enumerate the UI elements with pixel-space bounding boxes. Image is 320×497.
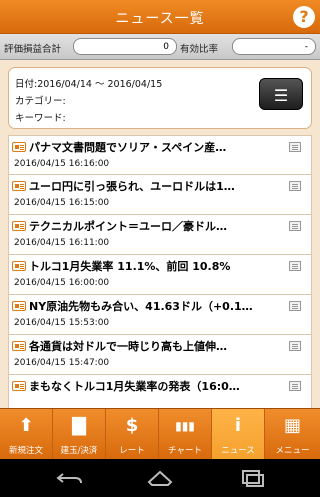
page-title: ニュース一覧 (115, 11, 205, 27)
grid-menu-icon: ▦ (283, 415, 301, 436)
upload-arrow-icon: ⬆ (18, 415, 34, 436)
document-icon (289, 221, 301, 231)
news-title: トルコ1月失業率 11.1%、前回 10.8% (29, 260, 231, 273)
news-item[interactable]: パナマ文書問題でソリア・スペイン産… 2016/04/15 16:16:00 (8, 135, 312, 175)
news-title: まもなくトルコ1月失業率の発表（16:0… (29, 380, 240, 393)
account-summary-bar: 評価損益合計 0 有効比率 - (0, 34, 320, 60)
news-item[interactable]: ユーロ円に引っ張られ、ユーロドルは1… 2016/04/15 16:15:00 (8, 175, 312, 215)
margin-ratio-value: - (232, 38, 316, 55)
news-badge-icon (12, 301, 26, 311)
news-title: NY原油先物もみ合い、41.63ドル（+0.1… (29, 300, 253, 313)
tab-label: 新規注文 (8, 446, 43, 456)
recent-apps-icon[interactable] (237, 468, 267, 488)
news-title: 各通貨は対ドルで一時じり高も上値伸… (29, 340, 227, 353)
news-item[interactable]: NY原油先物もみ合い、41.63ドル（+0.1… 2016/04/15 15:5… (8, 295, 312, 335)
bottom-tab-bar: ⬆ 新規注文 ▇ 建玉/決済 $ レート ▮▮▮ チャート i ニュース ▦ メ… (0, 408, 320, 460)
tab-label: ニュース (221, 446, 255, 456)
document-icon (289, 181, 301, 191)
news-badge-icon (12, 142, 26, 152)
search-menu-button[interactable]: ☰ (259, 78, 303, 110)
tab-chart[interactable]: ▮▮▮ チャート (159, 409, 212, 460)
news-item[interactable]: 各通貨は対ドルで一時じり高も上値伸… 2016/04/15 15:47:00 (8, 335, 312, 375)
folder-icon: ▇ (72, 415, 86, 436)
tab-rates[interactable]: $ レート (106, 409, 159, 460)
news-date: 2016/04/15 15:47:00 (14, 358, 110, 368)
document-icon (289, 381, 301, 391)
news-item[interactable]: トルコ1月失業率 11.1%、前回 10.8% 2016/04/15 16:00… (8, 255, 312, 295)
tab-label: メニュー (275, 446, 310, 456)
margin-ratio-label: 有効比率 (180, 44, 219, 55)
tab-new-order[interactable]: ⬆ 新規注文 (0, 409, 53, 460)
date-label: 日付: (15, 79, 38, 90)
news-badge-icon (12, 381, 26, 391)
news-badge-icon (12, 221, 26, 231)
category-label: カテゴリー: (15, 96, 66, 107)
tab-label: 建玉/決済 (60, 446, 98, 456)
back-icon[interactable] (55, 468, 85, 488)
pl-total-label: 評価損益合計 (4, 44, 62, 55)
dollar-icon: $ (125, 415, 139, 436)
news-date: 2016/04/15 16:16:00 (14, 159, 110, 169)
news-badge-icon (12, 341, 26, 351)
home-icon[interactable] (145, 468, 175, 488)
info-icon: i (234, 415, 242, 436)
hamburger-icon: ☰ (273, 86, 289, 105)
news-date: 2016/04/15 15:53:00 (14, 318, 110, 328)
tab-label: チャート (168, 446, 202, 456)
tab-news[interactable]: i ニュース (212, 409, 265, 460)
news-date: 2016/04/15 16:15:00 (14, 198, 110, 208)
help-button[interactable]: ? (293, 6, 315, 28)
android-navigation-bar (0, 459, 320, 497)
keyword-label: キーワード: (15, 113, 66, 124)
search-conditions-card: 日付:2016/04/14 ～ 2016/04/15 カテゴリー: キーワード:… (8, 67, 312, 129)
news-item[interactable]: テクニカルポイント＝ユーロ／豪ドル… 2016/04/15 16:11:00 (8, 215, 312, 255)
pl-total-value: 0 (73, 38, 177, 55)
news-badge-icon (12, 261, 26, 271)
document-icon (289, 261, 301, 271)
app-header: ニュース一覧 ? (0, 0, 320, 34)
news-title: ユーロ円に引っ張られ、ユーロドルは1… (29, 180, 235, 193)
bar-chart-icon: ▮▮▮ (175, 419, 195, 433)
date-range-value: 2016/04/14 ～ 2016/04/15 (37, 79, 163, 90)
tab-positions[interactable]: ▇ 建玉/決済 (53, 409, 106, 460)
news-date: 2016/04/15 16:00:00 (14, 278, 110, 288)
news-date: 2016/04/15 16:11:00 (14, 238, 110, 248)
main-content: 日付:2016/04/14 ～ 2016/04/15 カテゴリー: キーワード:… (0, 60, 320, 408)
news-title: パナマ文書問題でソリア・スペイン産… (29, 141, 227, 154)
tab-menu[interactable]: ▦ メニュー (265, 409, 320, 460)
news-badge-icon (12, 181, 26, 191)
date-range-row: 日付:2016/04/14 ～ 2016/04/15 (15, 76, 162, 90)
news-list: パナマ文書問題でソリア・スペイン産… 2016/04/15 16:16:00 ユ… (8, 135, 312, 408)
news-item[interactable]: まもなくトルコ1月失業率の発表（16:0… (8, 375, 312, 408)
news-title: テクニカルポイント＝ユーロ／豪ドル… (29, 220, 227, 233)
document-icon (289, 341, 301, 351)
tab-label: レート (119, 446, 145, 456)
document-icon (289, 301, 301, 311)
document-icon (289, 142, 301, 152)
